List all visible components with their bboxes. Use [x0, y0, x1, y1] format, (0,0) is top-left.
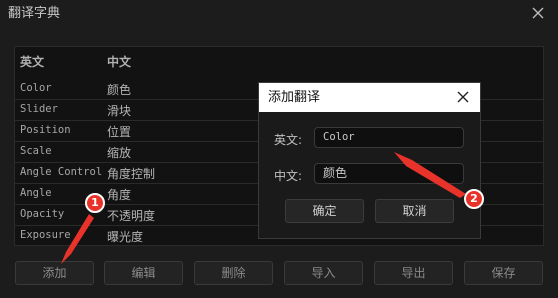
cell-zh: 角度控制	[107, 167, 156, 181]
chinese-input[interactable]: 颜色	[314, 163, 464, 184]
cell-en: Opacity	[20, 208, 65, 220]
cell-zh: 颜色	[107, 83, 132, 97]
cell-en: Scale	[20, 145, 52, 157]
confirm-button[interactable]: 确定	[285, 199, 364, 223]
english-label: 英文:	[274, 133, 303, 147]
column-header-zh: 中文	[107, 55, 132, 69]
english-input[interactable]: Color	[314, 127, 464, 148]
dialog-title: 添加翻译	[259, 83, 480, 112]
chinese-label: 中文:	[274, 169, 303, 183]
save-button[interactable]: 保存	[464, 261, 543, 285]
window-title: 翻译字典	[8, 6, 61, 21]
cell-zh: 滑块	[107, 104, 132, 118]
import-button[interactable]: 导入	[284, 261, 363, 285]
add-translation-dialog: 添加翻译 英文: Color 中文: 颜色 确定 取消	[258, 82, 481, 239]
add-button[interactable]: 添加	[15, 261, 94, 285]
export-button[interactable]: 导出	[374, 261, 453, 285]
delete-button[interactable]: 删除	[194, 261, 273, 285]
cell-zh: 缩放	[107, 146, 132, 160]
step-badge-2: 2	[464, 189, 484, 209]
edit-button[interactable]: 编辑	[104, 261, 183, 285]
cell-en: Exposure	[20, 229, 71, 241]
cell-en: Angle	[20, 187, 52, 199]
cell-en: Position	[20, 124, 71, 136]
cell-zh: 角度	[107, 188, 132, 202]
close-icon[interactable]	[528, 3, 548, 23]
step-badge-1: 1	[85, 193, 105, 213]
cell-en: Color	[20, 82, 52, 94]
cell-zh: 曝光度	[107, 230, 144, 244]
cell-zh: 位置	[107, 125, 132, 139]
cell-en: Slider	[20, 103, 58, 115]
cancel-button[interactable]: 取消	[375, 199, 454, 223]
dialog-close-icon[interactable]	[456, 90, 470, 104]
cell-en: Angle Control	[20, 166, 103, 178]
cell-zh: 不透明度	[107, 209, 156, 223]
column-header-en: 英文	[20, 55, 45, 69]
